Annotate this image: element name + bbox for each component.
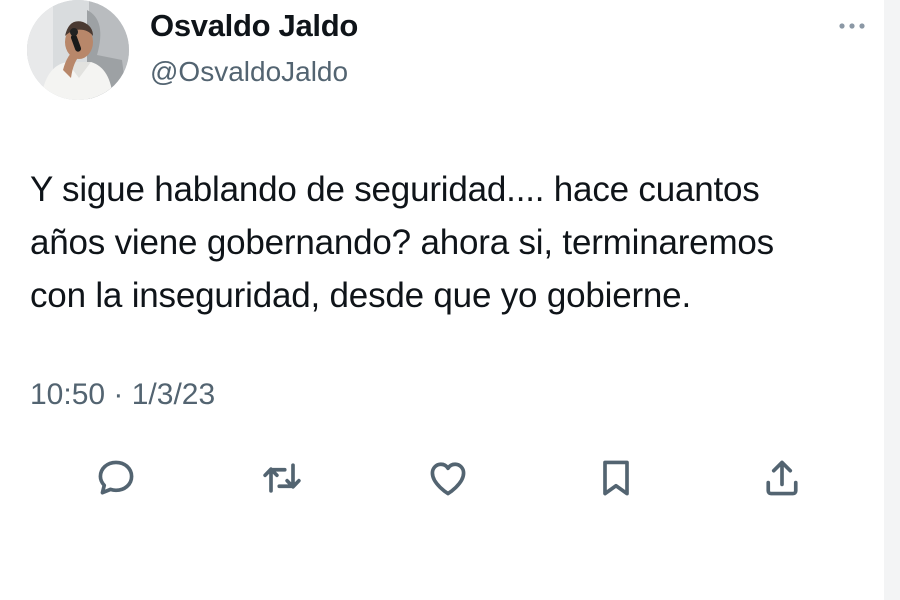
more-options-button[interactable] <box>832 14 872 38</box>
reply-icon <box>98 460 134 495</box>
bookmark-button[interactable] <box>590 452 642 504</box>
tweet-text-line: años viene gobernando? ahora si, termina… <box>30 223 774 262</box>
reply-button[interactable] <box>90 452 142 504</box>
like-icon <box>430 462 466 496</box>
tweet-text-line: con la inseguridad, desde que yo gobiern… <box>30 276 691 315</box>
avatar[interactable] <box>27 0 129 100</box>
right-edge-divider <box>884 0 900 600</box>
more-icon <box>839 23 865 29</box>
share-icon <box>766 460 798 496</box>
display-name[interactable]: Osvaldo Jaldo <box>150 8 358 44</box>
retweet-button[interactable] <box>256 452 308 504</box>
user-handle[interactable]: @OsvaldoJaldo <box>150 56 348 88</box>
share-button[interactable] <box>756 452 808 504</box>
tweet-text: Y sigue hablando de seguridad.... hace c… <box>30 163 865 322</box>
bookmark-icon <box>603 460 629 496</box>
avatar-photo <box>27 0 129 100</box>
retweet-icon <box>263 463 301 493</box>
tweet-text-line: Y sigue hablando de seguridad.... hace c… <box>30 170 760 209</box>
like-button[interactable] <box>422 452 474 504</box>
tweet-timestamp[interactable]: 10:50 · 1/3/23 <box>30 378 215 412</box>
